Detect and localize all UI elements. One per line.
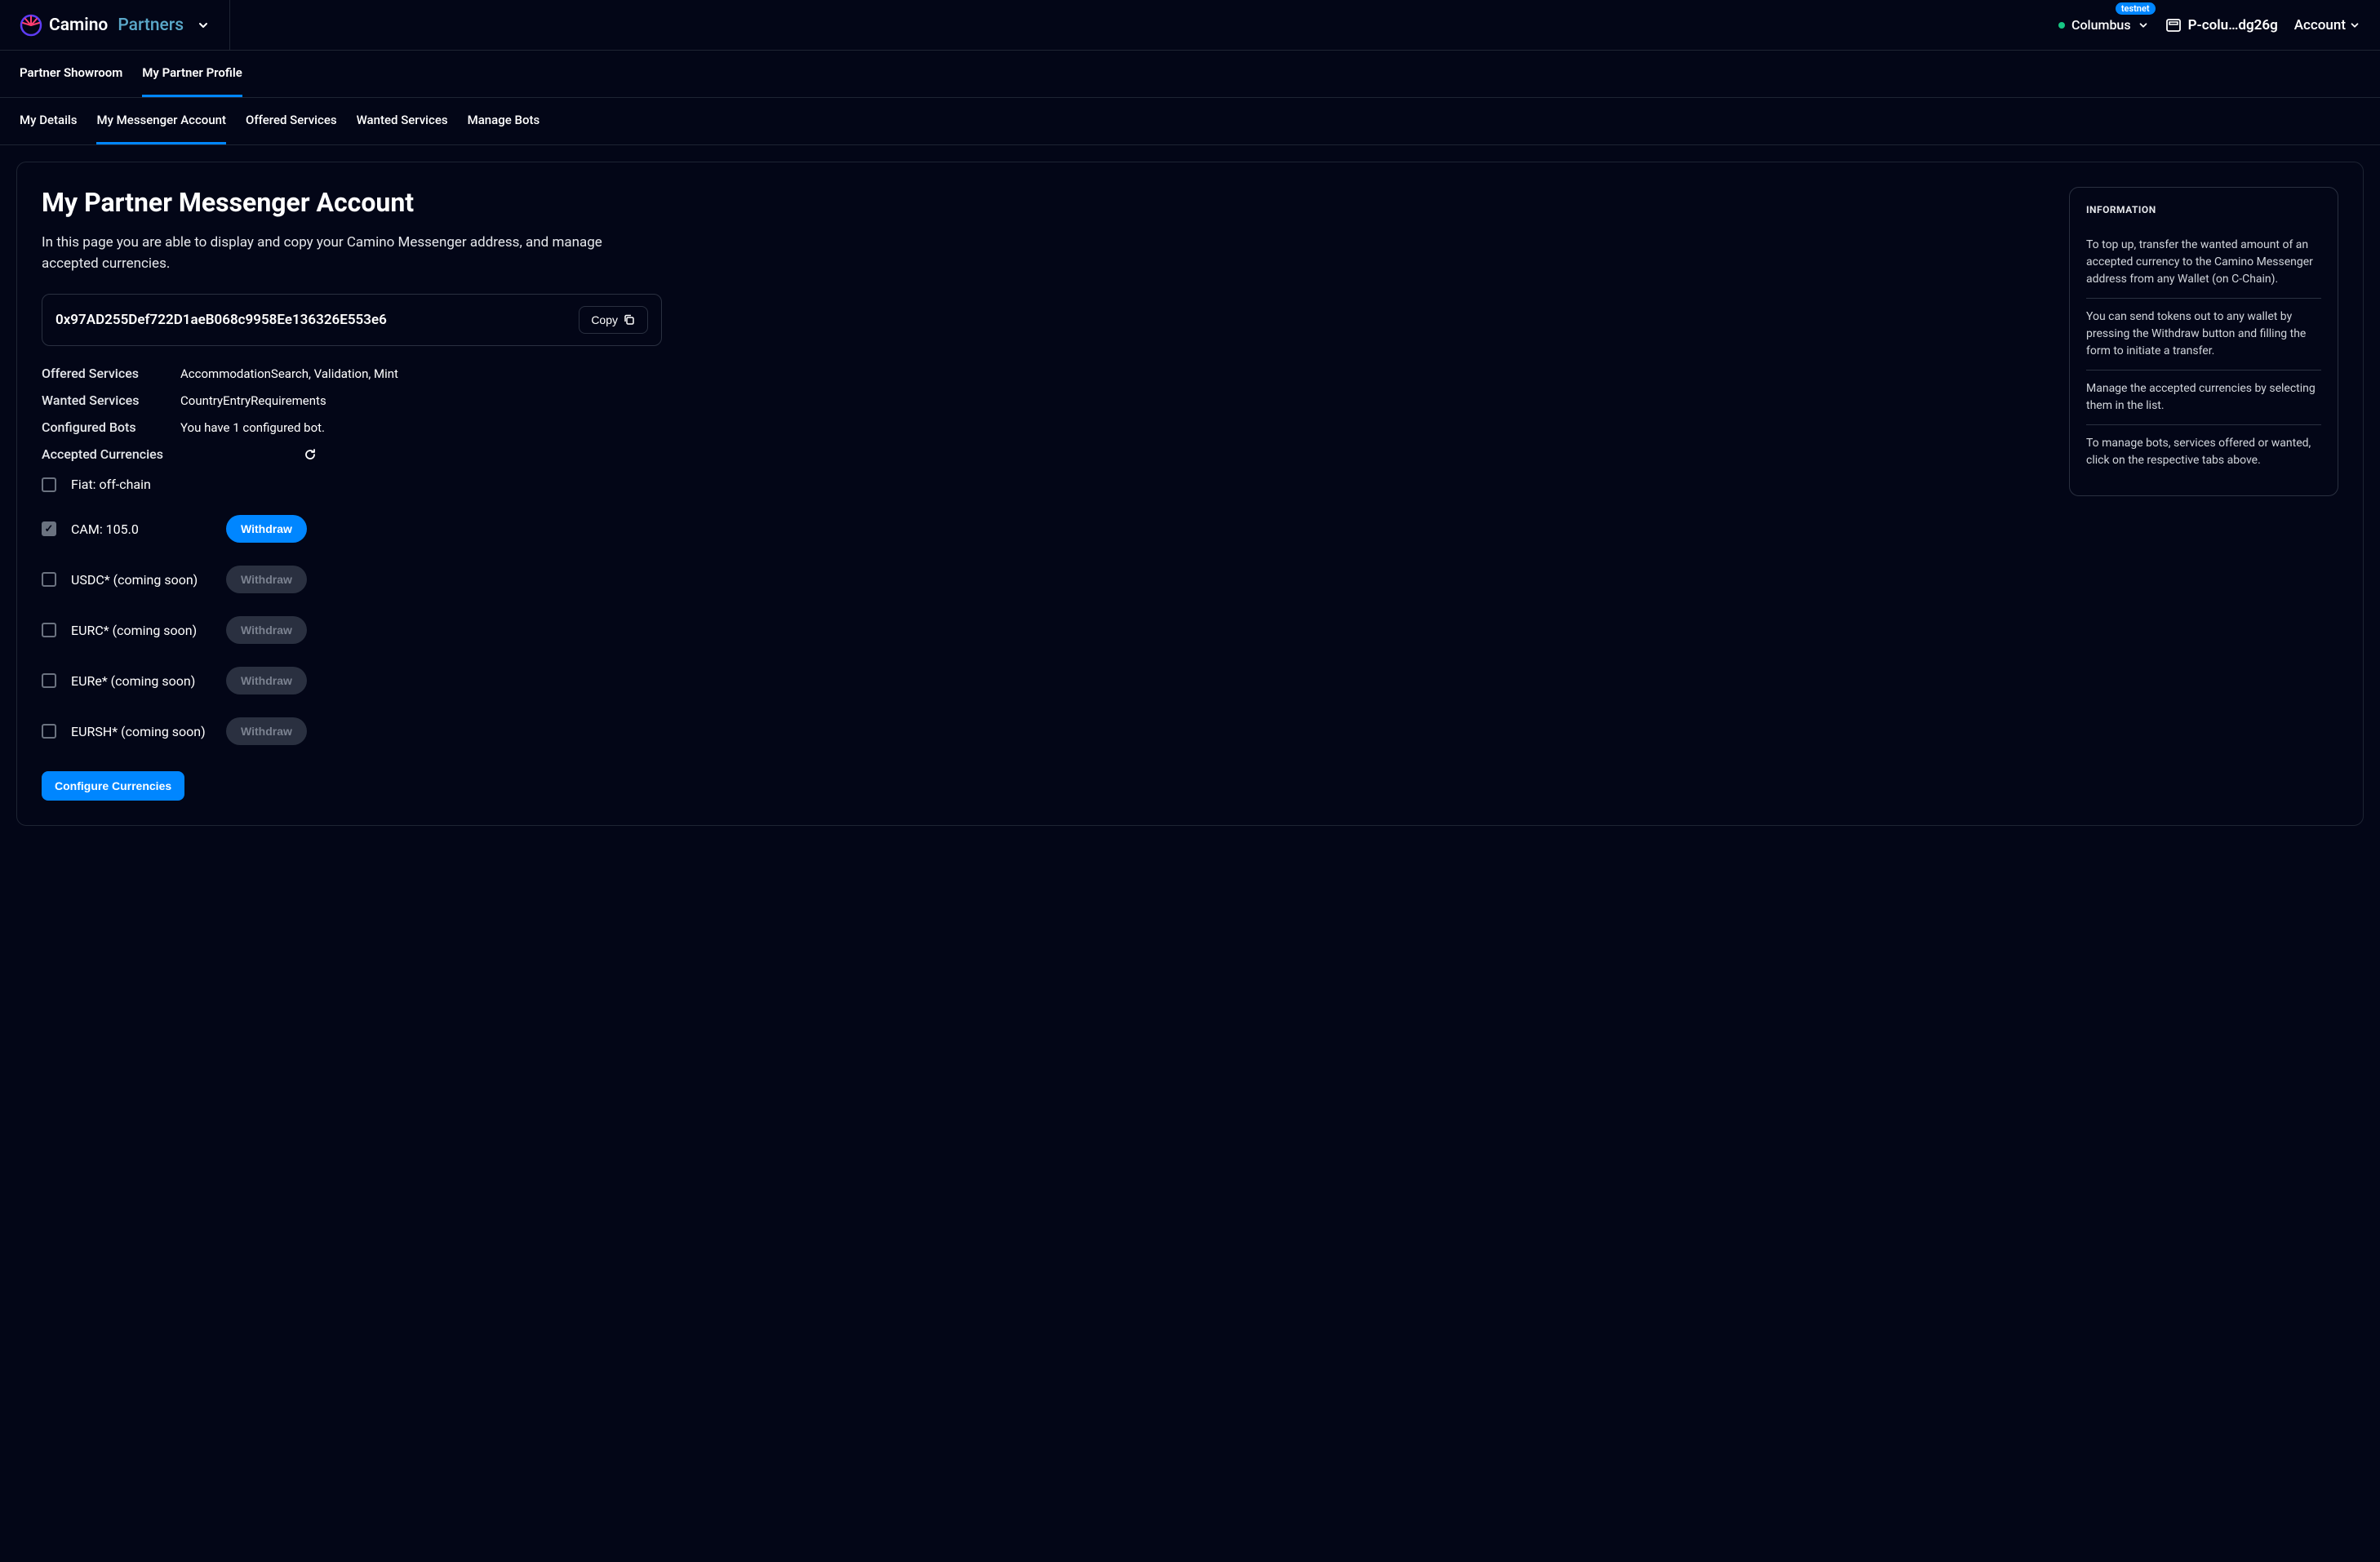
- currency-label: EURe* (coming soon): [71, 673, 226, 689]
- currency-label: EURSH* (coming soon): [71, 724, 226, 739]
- account-label: Account: [2294, 17, 2346, 33]
- status-dot-icon: [2058, 22, 2065, 29]
- chevron-down-icon: [2349, 20, 2360, 31]
- info-paragraph: To top up, transfer the wanted amount of…: [2086, 227, 2321, 298]
- withdraw-button[interactable]: Withdraw: [226, 515, 307, 543]
- account-menu[interactable]: Account: [2294, 17, 2360, 33]
- configured-bots-row: Configured Bots You have 1 configured bo…: [42, 419, 2045, 435]
- info-paragraph: You can send tokens out to any wallet by…: [2086, 299, 2321, 370]
- info-panel: INFORMATION To top up, transfer the want…: [2069, 187, 2338, 496]
- refresh-icon[interactable]: [303, 447, 317, 462]
- wanted-services-label: Wanted Services: [42, 393, 180, 408]
- page-title: My Partner Messenger Account: [42, 187, 2045, 218]
- testnet-badge: testnet: [2116, 2, 2156, 15]
- copy-icon: [623, 313, 636, 326]
- address-box: 0x97AD255Def722D1aeB068c9958Ee136326E553…: [42, 294, 662, 346]
- tab-partner-showroom[interactable]: Partner Showroom: [20, 51, 122, 97]
- top-header: Camino Partners testnet Columbus P-colu……: [0, 0, 2380, 51]
- currency-row: USDC* (coming soon)Withdraw: [42, 566, 2045, 593]
- wallet-address-text: P-colu…dg26g: [2188, 17, 2278, 33]
- currency-label: CAM: 105.0: [71, 521, 226, 537]
- configure-currencies-button[interactable]: Configure Currencies: [42, 771, 184, 801]
- header-right: testnet Columbus P-colu…dg26g Account: [2058, 17, 2360, 33]
- main-column: My Partner Messenger Account In this pag…: [42, 187, 2045, 801]
- content-wrap: My Partner Messenger Account In this pag…: [0, 145, 2380, 842]
- page-description: In this page you are able to display and…: [42, 233, 662, 274]
- currency-row: EURe* (coming soon)Withdraw: [42, 667, 2045, 694]
- tab-my-details[interactable]: My Details: [20, 98, 77, 144]
- currency-row: Fiat: off-chain: [42, 477, 2045, 492]
- info-panel-title: INFORMATION: [2086, 204, 2321, 215]
- accepted-currencies-label: Accepted Currencies: [42, 446, 180, 462]
- currency-checkbox[interactable]: [42, 673, 56, 688]
- copy-label: Copy: [591, 313, 618, 326]
- brand-name: Camino: [49, 16, 108, 35]
- offered-services-row: Offered Services AccommodationSearch, Va…: [42, 366, 2045, 381]
- offered-services-value: AccommodationSearch, Validation, Mint: [180, 366, 398, 381]
- currency-label: Fiat: off-chain: [71, 477, 226, 492]
- side-column: INFORMATION To top up, transfer the want…: [2069, 187, 2338, 801]
- configured-bots-value: You have 1 configured bot.: [180, 420, 325, 435]
- currency-checkbox[interactable]: [42, 623, 56, 637]
- currency-checkbox[interactable]: [42, 521, 56, 536]
- configured-bots-label: Configured Bots: [42, 419, 180, 435]
- wallet-address[interactable]: P-colu…dg26g: [2165, 17, 2278, 33]
- withdraw-button: Withdraw: [226, 566, 307, 593]
- chevron-down-icon: [197, 19, 210, 32]
- currency-checkbox[interactable]: [42, 724, 56, 739]
- info-paragraph: Manage the accepted currencies by select…: [2086, 371, 2321, 424]
- currency-list: Fiat: off-chainCAM: 105.0WithdrawUSDC* (…: [42, 477, 2045, 745]
- currency-row: EURSH* (coming soon)Withdraw: [42, 717, 2045, 745]
- info-paragraph: To manage bots, services offered or want…: [2086, 425, 2321, 479]
- accepted-currencies-row: Accepted Currencies: [42, 446, 2045, 462]
- secondary-nav: My Details My Messenger Account Offered …: [0, 98, 2380, 145]
- tab-manage-bots[interactable]: Manage Bots: [468, 98, 540, 144]
- tab-my-messenger-account[interactable]: My Messenger Account: [96, 98, 226, 144]
- tab-wanted-services[interactable]: Wanted Services: [357, 98, 448, 144]
- currency-label: USDC* (coming soon): [71, 572, 226, 588]
- withdraw-button: Withdraw: [226, 667, 307, 694]
- network-name: Columbus: [2071, 17, 2131, 33]
- wanted-services-value: CountryEntryRequirements: [180, 393, 326, 408]
- chevron-down-icon: [2138, 20, 2149, 31]
- copy-button[interactable]: Copy: [579, 306, 648, 334]
- wallet-icon: [2165, 17, 2182, 33]
- wanted-services-row: Wanted Services CountryEntryRequirements: [42, 393, 2045, 408]
- network-selector[interactable]: testnet Columbus: [2058, 17, 2149, 33]
- camino-logo-icon: [20, 14, 42, 37]
- offered-services-label: Offered Services: [42, 366, 180, 381]
- tab-my-partner-profile[interactable]: My Partner Profile: [142, 51, 242, 97]
- currency-row: CAM: 105.0Withdraw: [42, 515, 2045, 543]
- messenger-address: 0x97AD255Def722D1aeB068c9958Ee136326E553…: [56, 312, 387, 328]
- withdraw-button: Withdraw: [226, 717, 307, 745]
- currency-checkbox[interactable]: [42, 477, 56, 492]
- primary-nav: Partner Showroom My Partner Profile: [0, 51, 2380, 98]
- currency-label: EURC* (coming soon): [71, 623, 226, 638]
- currency-row: EURC* (coming soon)Withdraw: [42, 616, 2045, 644]
- brand-switcher[interactable]: Camino Partners: [20, 0, 230, 50]
- content-card: My Partner Messenger Account In this pag…: [16, 162, 2364, 826]
- tab-offered-services[interactable]: Offered Services: [246, 98, 337, 144]
- brand-section: Partners: [118, 16, 184, 35]
- currency-checkbox[interactable]: [42, 572, 56, 587]
- withdraw-button: Withdraw: [226, 616, 307, 644]
